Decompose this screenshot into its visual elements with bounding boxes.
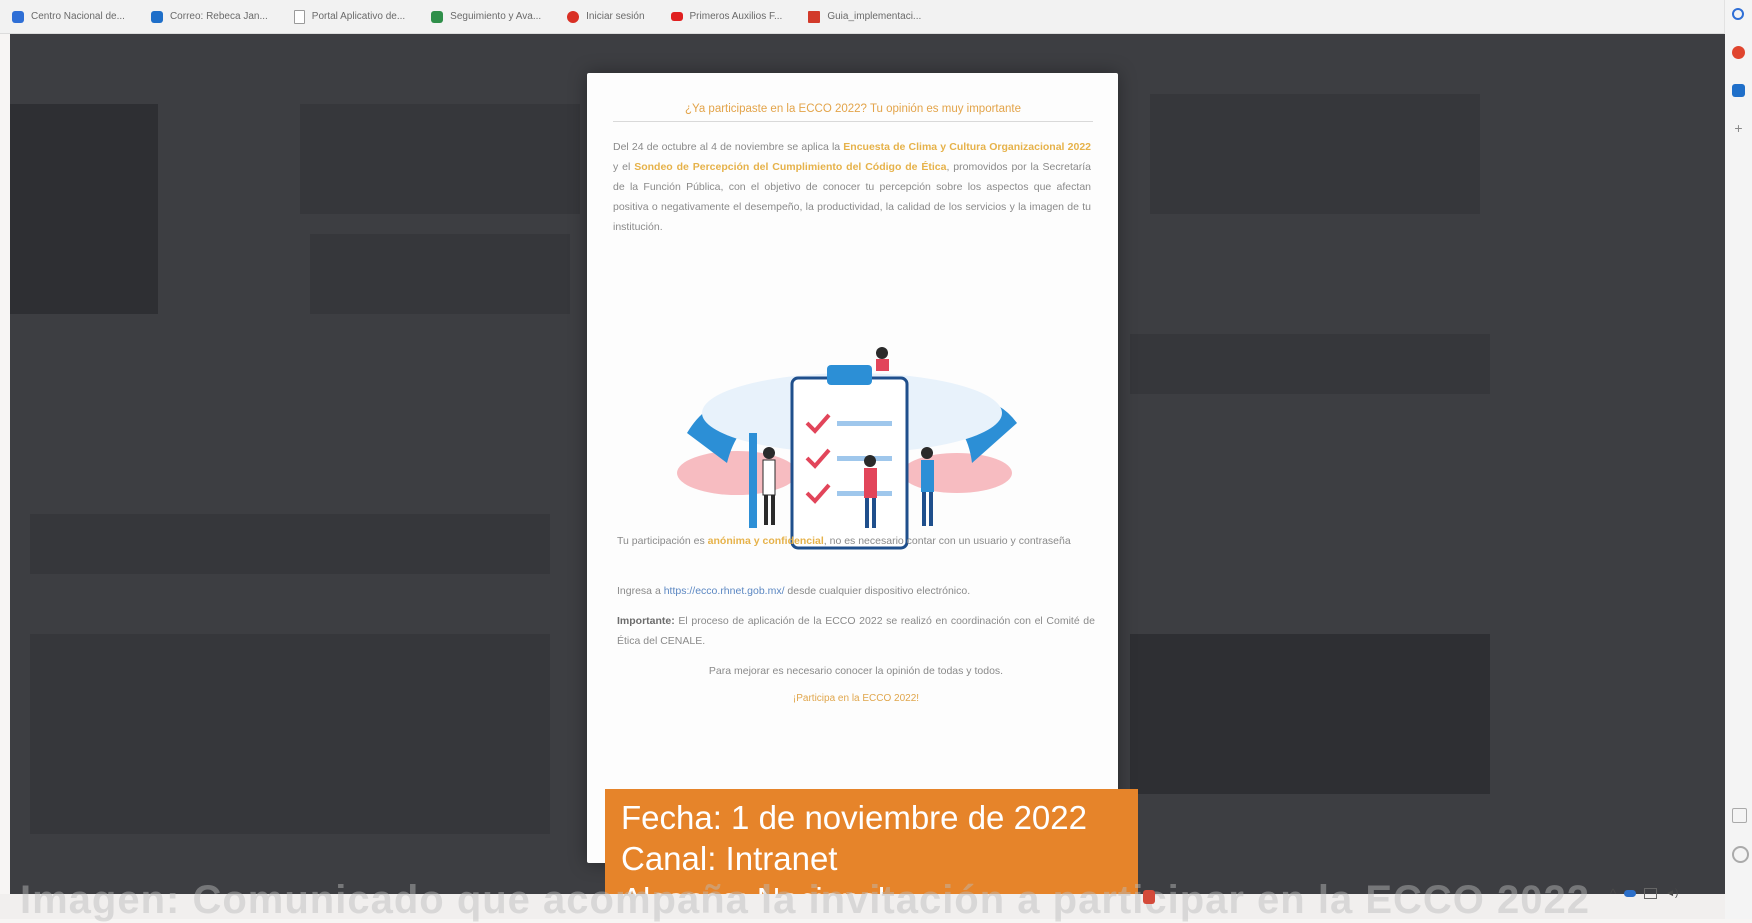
info-fecha: Fecha: 1 de noviembre de 2022	[621, 799, 1087, 836]
participation-highlight: anónima y confidencial	[707, 535, 824, 547]
ecco-link[interactable]: https://ecco.rhnet.gob.mx/	[664, 585, 785, 597]
modal-intro: Del 24 de octubre al 4 de noviembre se a…	[613, 137, 1091, 237]
bookmark-guia[interactable]: Guia_implementaci...	[808, 10, 922, 23]
participate-cta[interactable]: ¡Participa en la ECCO 2022!	[617, 689, 1095, 709]
network-icon[interactable]	[1644, 888, 1658, 899]
intro-text: Del 24 de octubre al 4 de noviembre se a…	[613, 141, 844, 153]
youtube-icon	[670, 12, 683, 21]
clipboard	[790, 365, 909, 550]
taskbar-app-icon[interactable]	[1143, 890, 1155, 904]
bottom-caption: Imagen: Comunicado que acompaña la invit…	[20, 878, 1590, 922]
bookmarks-bar: Centro Nacional de... Correo: Rebeca Jan…	[0, 0, 1725, 34]
modal-title: ¿Ya participaste en la ECCO 2022? Tu opi…	[613, 103, 1093, 122]
office-icon[interactable]	[1732, 46, 1745, 59]
bookmark-label: Guia_implementaci...	[827, 11, 922, 22]
speaker-icon[interactable]: ◄)	[1665, 888, 1678, 899]
edge-blue-icon	[12, 10, 24, 23]
participation-text-b: , no es necesario contar con un usuario …	[823, 535, 1071, 547]
outlook-icon[interactable]	[1732, 84, 1745, 97]
ecco-modal: ¿Ya participaste en la ECCO 2022? Tu opi…	[587, 73, 1118, 863]
bookmark-label: Primeros Auxilios F...	[689, 11, 783, 22]
system-tray: ^ ◄)	[1610, 886, 1678, 901]
access-text-a: Ingresa a	[617, 585, 664, 597]
intro-highlight-encuesta: Encuesta de Clima y Cultura Organizacion…	[843, 141, 1091, 153]
cloud-icon[interactable]	[1624, 890, 1637, 897]
gear-icon[interactable]	[1732, 846, 1749, 863]
layout-icon[interactable]	[1732, 808, 1747, 823]
important-text: Importante: El proceso de aplicación de …	[617, 611, 1095, 651]
bookmark-label: Iniciar sesión	[586, 11, 645, 22]
search-icon[interactable]	[1732, 8, 1744, 20]
bookmark-primeros-auxilios[interactable]: Primeros Auxilios F...	[670, 11, 783, 22]
bookmark-seguimiento[interactable]: Seguimiento y Ava...	[431, 10, 542, 23]
outlook-icon	[150, 10, 163, 23]
important-label: Importante:	[617, 615, 675, 627]
access-text-b: desde cualquier dispositivo electrónico.	[784, 585, 971, 597]
sheets-icon	[431, 10, 444, 23]
red-dot-icon	[567, 10, 580, 23]
bookmark-iniciar-sesion[interactable]: Iniciar sesión	[567, 10, 645, 23]
bookmark-label: Centro Nacional de...	[31, 11, 125, 22]
survey-clipboard-illustration	[677, 347, 1017, 550]
important-body: El proceso de aplicación de la ECCO 2022…	[617, 615, 1095, 647]
bookmark-label: Correo: Rebeca Jan...	[169, 11, 268, 22]
intro-highlight-sondeo: Sondeo de Percepción del Cumplimiento de…	[634, 161, 947, 173]
closing-text: Para mejorar es necesario conocer la opi…	[708, 665, 1004, 677]
participation-text: Tu participación es anónima y confidenci…	[617, 531, 1095, 551]
edge-side-panel: +	[1724, 0, 1752, 919]
access-text: Ingresa a https://ecco.rhnet.gob.mx/ des…	[617, 581, 1095, 601]
bookmark-label: Seguimiento y Ava...	[450, 11, 542, 22]
info-canal: Canal: Intranet	[621, 840, 838, 877]
intro-text: y el	[613, 161, 635, 173]
bookmark-correo[interactable]: Correo: Rebeca Jan...	[150, 10, 268, 23]
bookmark-label: Portal Aplicativo de...	[311, 11, 406, 22]
add-icon[interactable]: +	[1732, 121, 1745, 135]
participation-text-a: Tu participación es	[617, 535, 708, 547]
page-icon	[293, 9, 305, 24]
bookmark-portal[interactable]: Portal Aplicativo de...	[293, 9, 406, 24]
pdf-icon	[808, 10, 821, 23]
chevron-up-icon[interactable]: ^	[1610, 886, 1616, 901]
bookmark-centro-nacional[interactable]: Centro Nacional de...	[12, 10, 125, 23]
